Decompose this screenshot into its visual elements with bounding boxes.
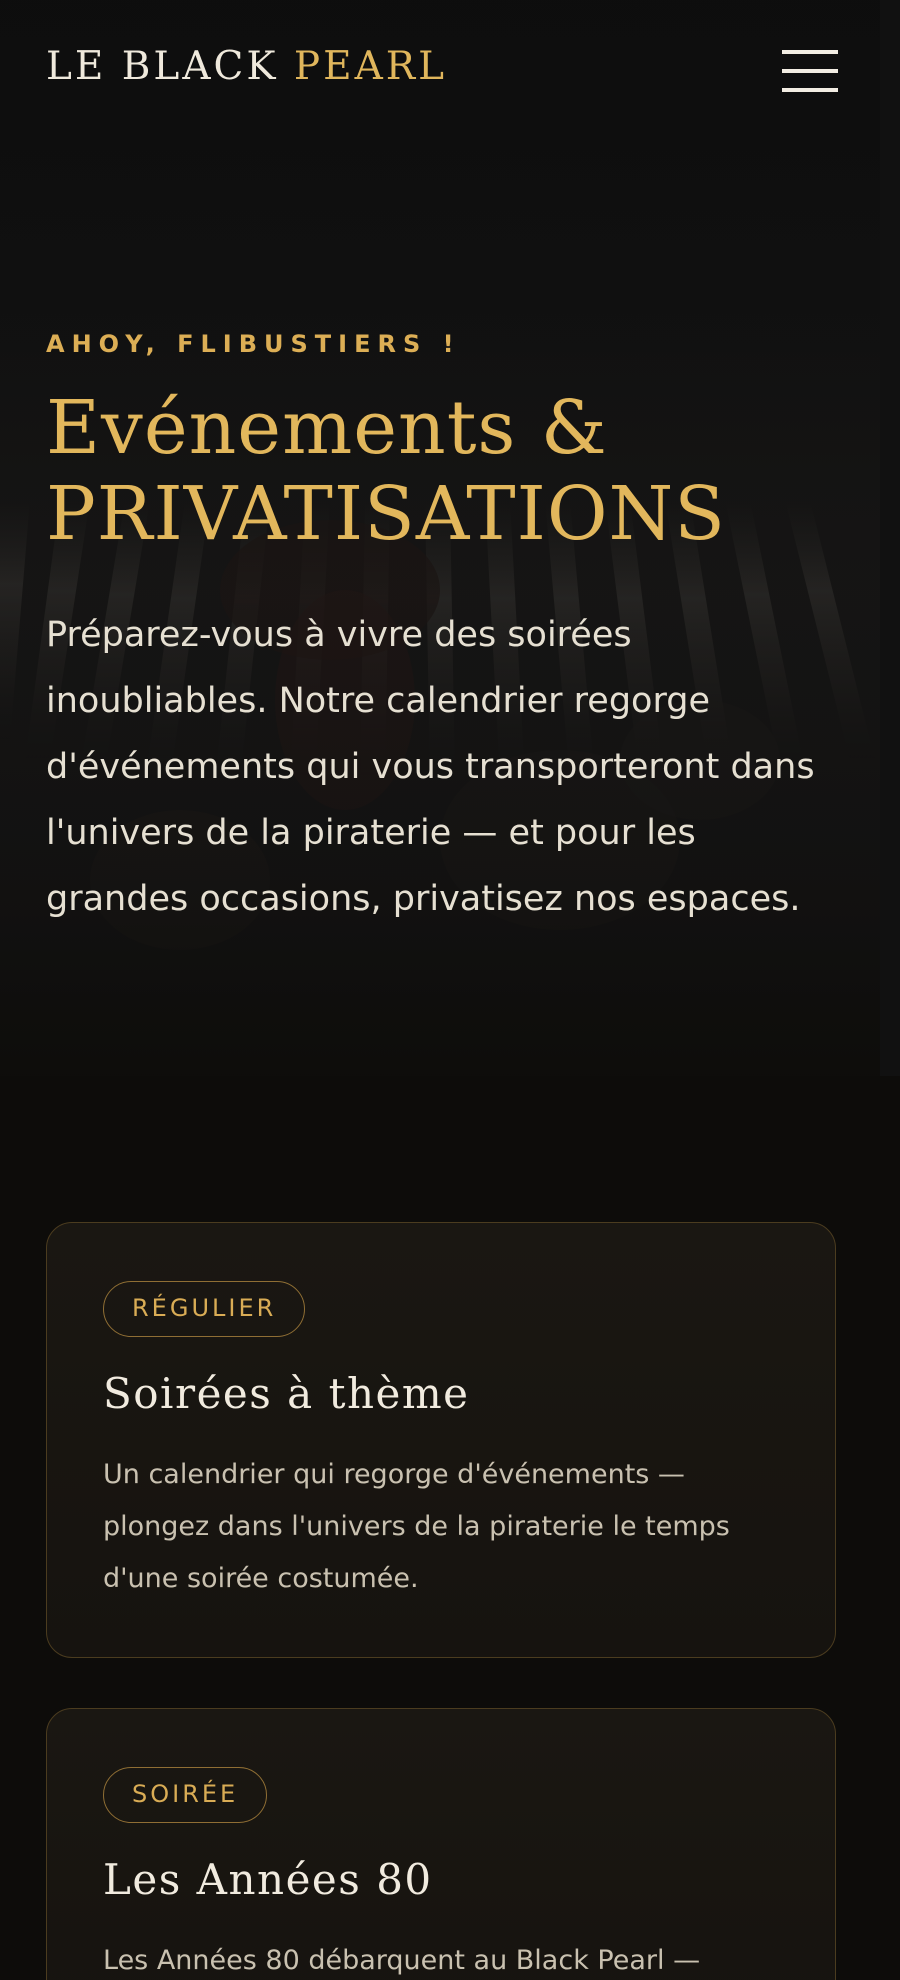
event-card-soirees-a-theme[interactable]: RÉGULIER Soirées à thème Un calendrier q… (46, 1222, 836, 1658)
page-title: Evénements & PRIVATISATIONS (46, 385, 866, 557)
event-title: Les Années 80 (103, 1855, 433, 1904)
hero-intro-text: Préparez-vous à vivre des soirées inoubl… (46, 615, 815, 919)
event-title: Soirées à thème (103, 1369, 470, 1418)
event-card-annees-80[interactable]: SOIRÉE Les Années 80 Les Années 80 débar… (46, 1708, 836, 1980)
logo-text-main: LE BLACK (46, 44, 294, 89)
menu-bar-bottom (782, 88, 838, 92)
event-description: Un calendrier qui regorge d'événements —… (103, 1459, 730, 1594)
event-category-badge: SOIRÉE (103, 1767, 268, 1823)
event-description: Les Années 80 débarquent au Black Pearl … (103, 1945, 701, 1976)
logo-text-accent: PEARL (293, 44, 448, 89)
hero-scroll-edge (880, 0, 900, 1076)
menu-bar-middle (782, 69, 838, 73)
hamburger-menu-icon[interactable] (782, 50, 838, 94)
page-title-line-1: Evénements & (46, 385, 608, 471)
page-title-line-2: PRIVATISATIONS (46, 471, 726, 557)
site-header: LE BLACK PEARL (0, 0, 900, 140)
menu-bar-top (782, 50, 838, 54)
site-logo[interactable]: LE BLACK PEARL (46, 44, 447, 89)
event-category-badge: RÉGULIER (103, 1281, 306, 1337)
hero-eyebrow: AHOY, FLIBUSTIERS ! (46, 330, 461, 358)
